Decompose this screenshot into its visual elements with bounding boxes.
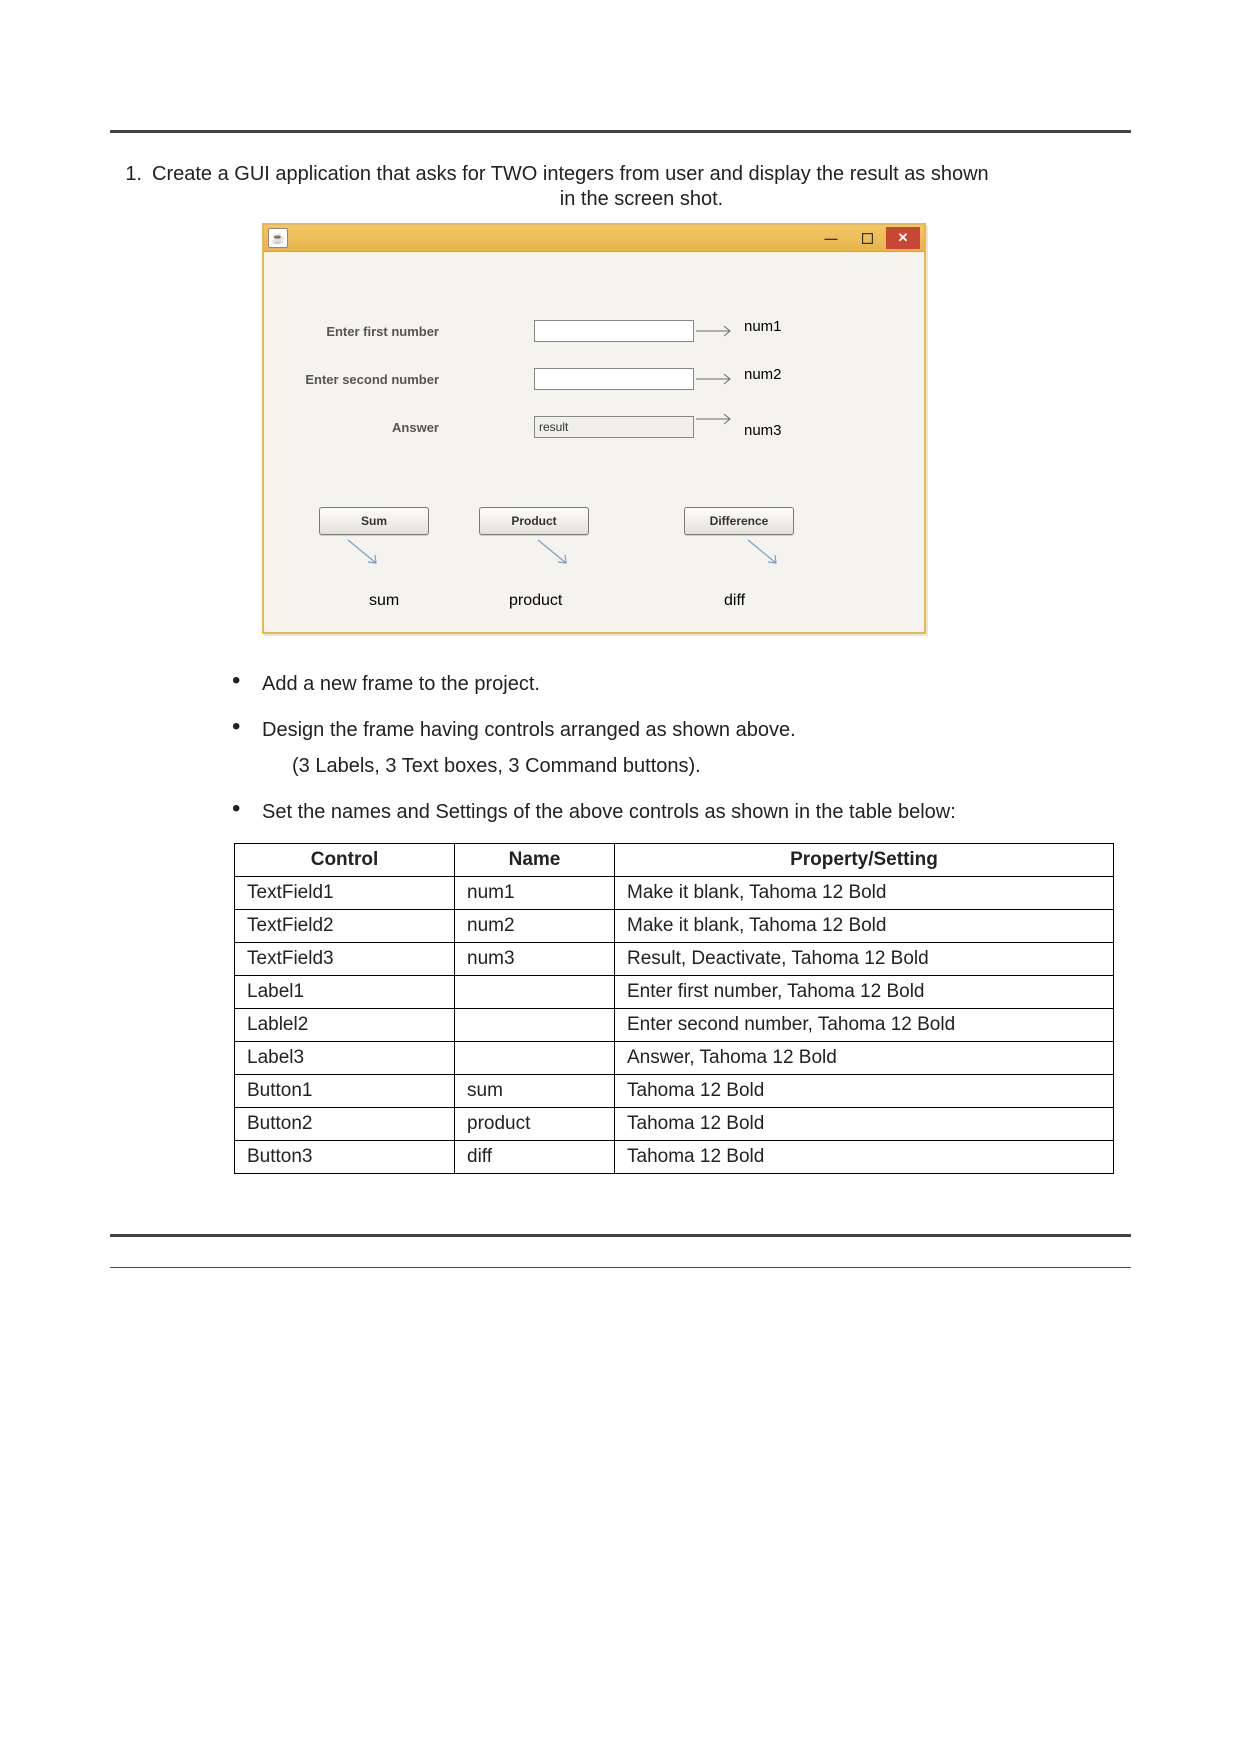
window-maximize-button[interactable] [850,227,884,249]
window-close-button[interactable]: ✕ [886,227,920,249]
annotation-sum: sum [369,592,399,610]
sum-button[interactable]: Sum [319,507,429,535]
label-answer: Answer [339,420,439,435]
table-header: Name [455,844,615,877]
table-row: Button3diffTahoma 12 Bold [235,1141,1114,1174]
title-bar: ☕ — ✕ [264,225,924,252]
arrow-icon [696,412,736,426]
maximize-icon [862,233,873,244]
java-icon: ☕ [268,228,288,248]
question-number: 1. [110,163,142,1174]
bullet-item: Set the names and Settings of the above … [232,797,1131,827]
page-bottom-rule-thick [110,1234,1131,1237]
bullet-subtext: (3 Labels, 3 Text boxes, 3 Command butto… [292,751,1131,781]
table-row: Button2productTahoma 12 Bold [235,1108,1114,1141]
table-row: Label3Answer, Tahoma 12 Bold [235,1042,1114,1075]
annotation-num1: num1 [744,318,782,335]
table-row: TextField3num3Result, Deactivate, Tahoma… [235,943,1114,976]
table-header-row: Control Name Property/Setting [235,844,1114,877]
annotation-product: product [509,592,562,610]
question-text-line1: Create a GUI application that asks for T… [152,163,989,185]
app-window: ☕ — ✕ Enter first number Enter second nu… [262,223,926,634]
question-text-line2: in the screen shot. [152,188,1131,211]
diag-arrow-icon [344,538,384,568]
diag-arrow-icon [534,538,574,568]
bullet-text: Design the frame having controls arrange… [262,719,796,741]
table-header: Control [235,844,455,877]
annotation-num2: num2 [744,366,782,383]
label-first-number: Enter first number [299,324,439,339]
product-button[interactable]: Product [479,507,589,535]
bullet-list: Add a new frame to the project. Design t… [232,669,1131,827]
bullet-text: Add a new frame to the project. [262,673,540,695]
num2-field[interactable] [534,368,694,390]
app-body: Enter first number Enter second number A… [264,252,924,632]
window-minimize-button[interactable]: — [814,227,848,249]
difference-button[interactable]: Difference [684,507,794,535]
arrow-icon [696,372,736,386]
diag-arrow-icon [744,538,784,568]
table-header: Property/Setting [615,844,1114,877]
annotation-num3: num3 [744,422,782,439]
page-bottom-rule-thin [110,1267,1131,1268]
num3-field [534,416,694,438]
table-row: TextField2num2Make it blank, Tahoma 12 B… [235,910,1114,943]
table-row: TextField1num1Make it blank, Tahoma 12 B… [235,877,1114,910]
annotation-diff: diff [724,592,745,610]
label-second-number: Enter second number [284,372,439,387]
num1-field[interactable] [534,320,694,342]
table-row: Lablel2Enter second number, Tahoma 12 Bo… [235,1009,1114,1042]
table-row: Label1Enter first number, Tahoma 12 Bold [235,976,1114,1009]
question-block: 1. Create a GUI application that asks fo… [110,163,1131,1174]
page-top-rule [110,130,1131,133]
bullet-text: Set the names and Settings of the above … [262,801,956,823]
table-row: Button1sumTahoma 12 Bold [235,1075,1114,1108]
arrow-icon [696,324,736,338]
bullet-item: Add a new frame to the project. [232,669,1131,699]
bullet-item: Design the frame having controls arrange… [232,715,1131,781]
controls-table: Control Name Property/Setting TextField1… [234,843,1114,1174]
